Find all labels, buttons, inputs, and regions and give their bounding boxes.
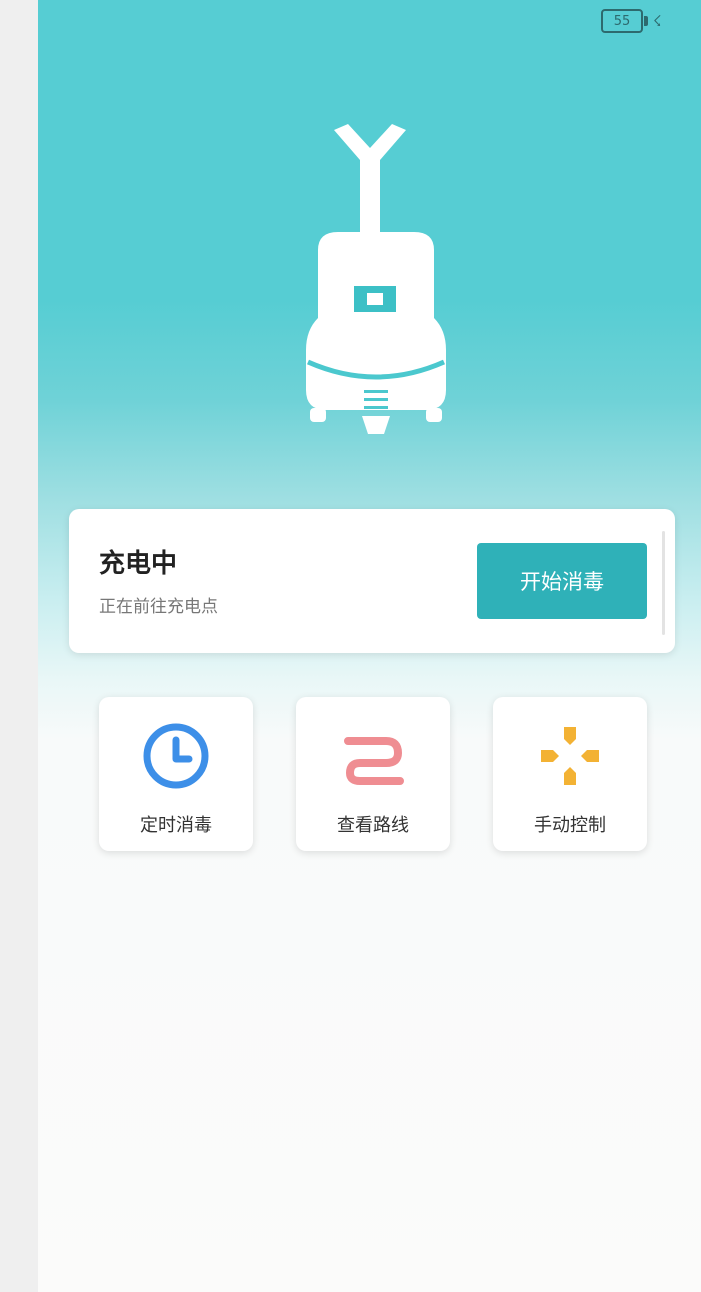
view-route-label: 查看路线: [337, 815, 409, 836]
route-icon: [344, 737, 404, 785]
clock-icon: [143, 723, 209, 789]
battery-level: 55: [613, 13, 631, 29]
manual-control-button[interactable]: 手动控制: [493, 697, 647, 851]
status-title: 充电中: [99, 549, 178, 579]
scheduled-disinfection-label: 定时消毒: [140, 815, 212, 836]
status-card: 充电中 正在前往充电点 开始消毒: [69, 509, 675, 653]
view-route-button[interactable]: 查看路线: [296, 697, 450, 851]
dpad-icon: [541, 727, 599, 785]
charging-bolt-icon: ☇: [653, 11, 662, 30]
robot-illustration: [306, 124, 446, 434]
battery-icon: 55: [601, 9, 643, 33]
manual-control-label: 手动控制: [534, 815, 606, 836]
app-screen: 55 ☇ 充电中 正在前往充电点 开始消毒 定时消毒 查看路线 手动控制: [38, 0, 701, 1292]
battery-cap: [644, 16, 648, 26]
card-scrollbar: [662, 531, 665, 635]
status-subtitle: 正在前往充电点: [99, 597, 218, 617]
battery-indicator: 55 ☇: [601, 9, 662, 33]
left-edge-strip: [0, 0, 38, 1292]
scheduled-disinfection-button[interactable]: 定时消毒: [99, 697, 253, 851]
start-disinfection-button[interactable]: 开始消毒: [477, 543, 647, 619]
